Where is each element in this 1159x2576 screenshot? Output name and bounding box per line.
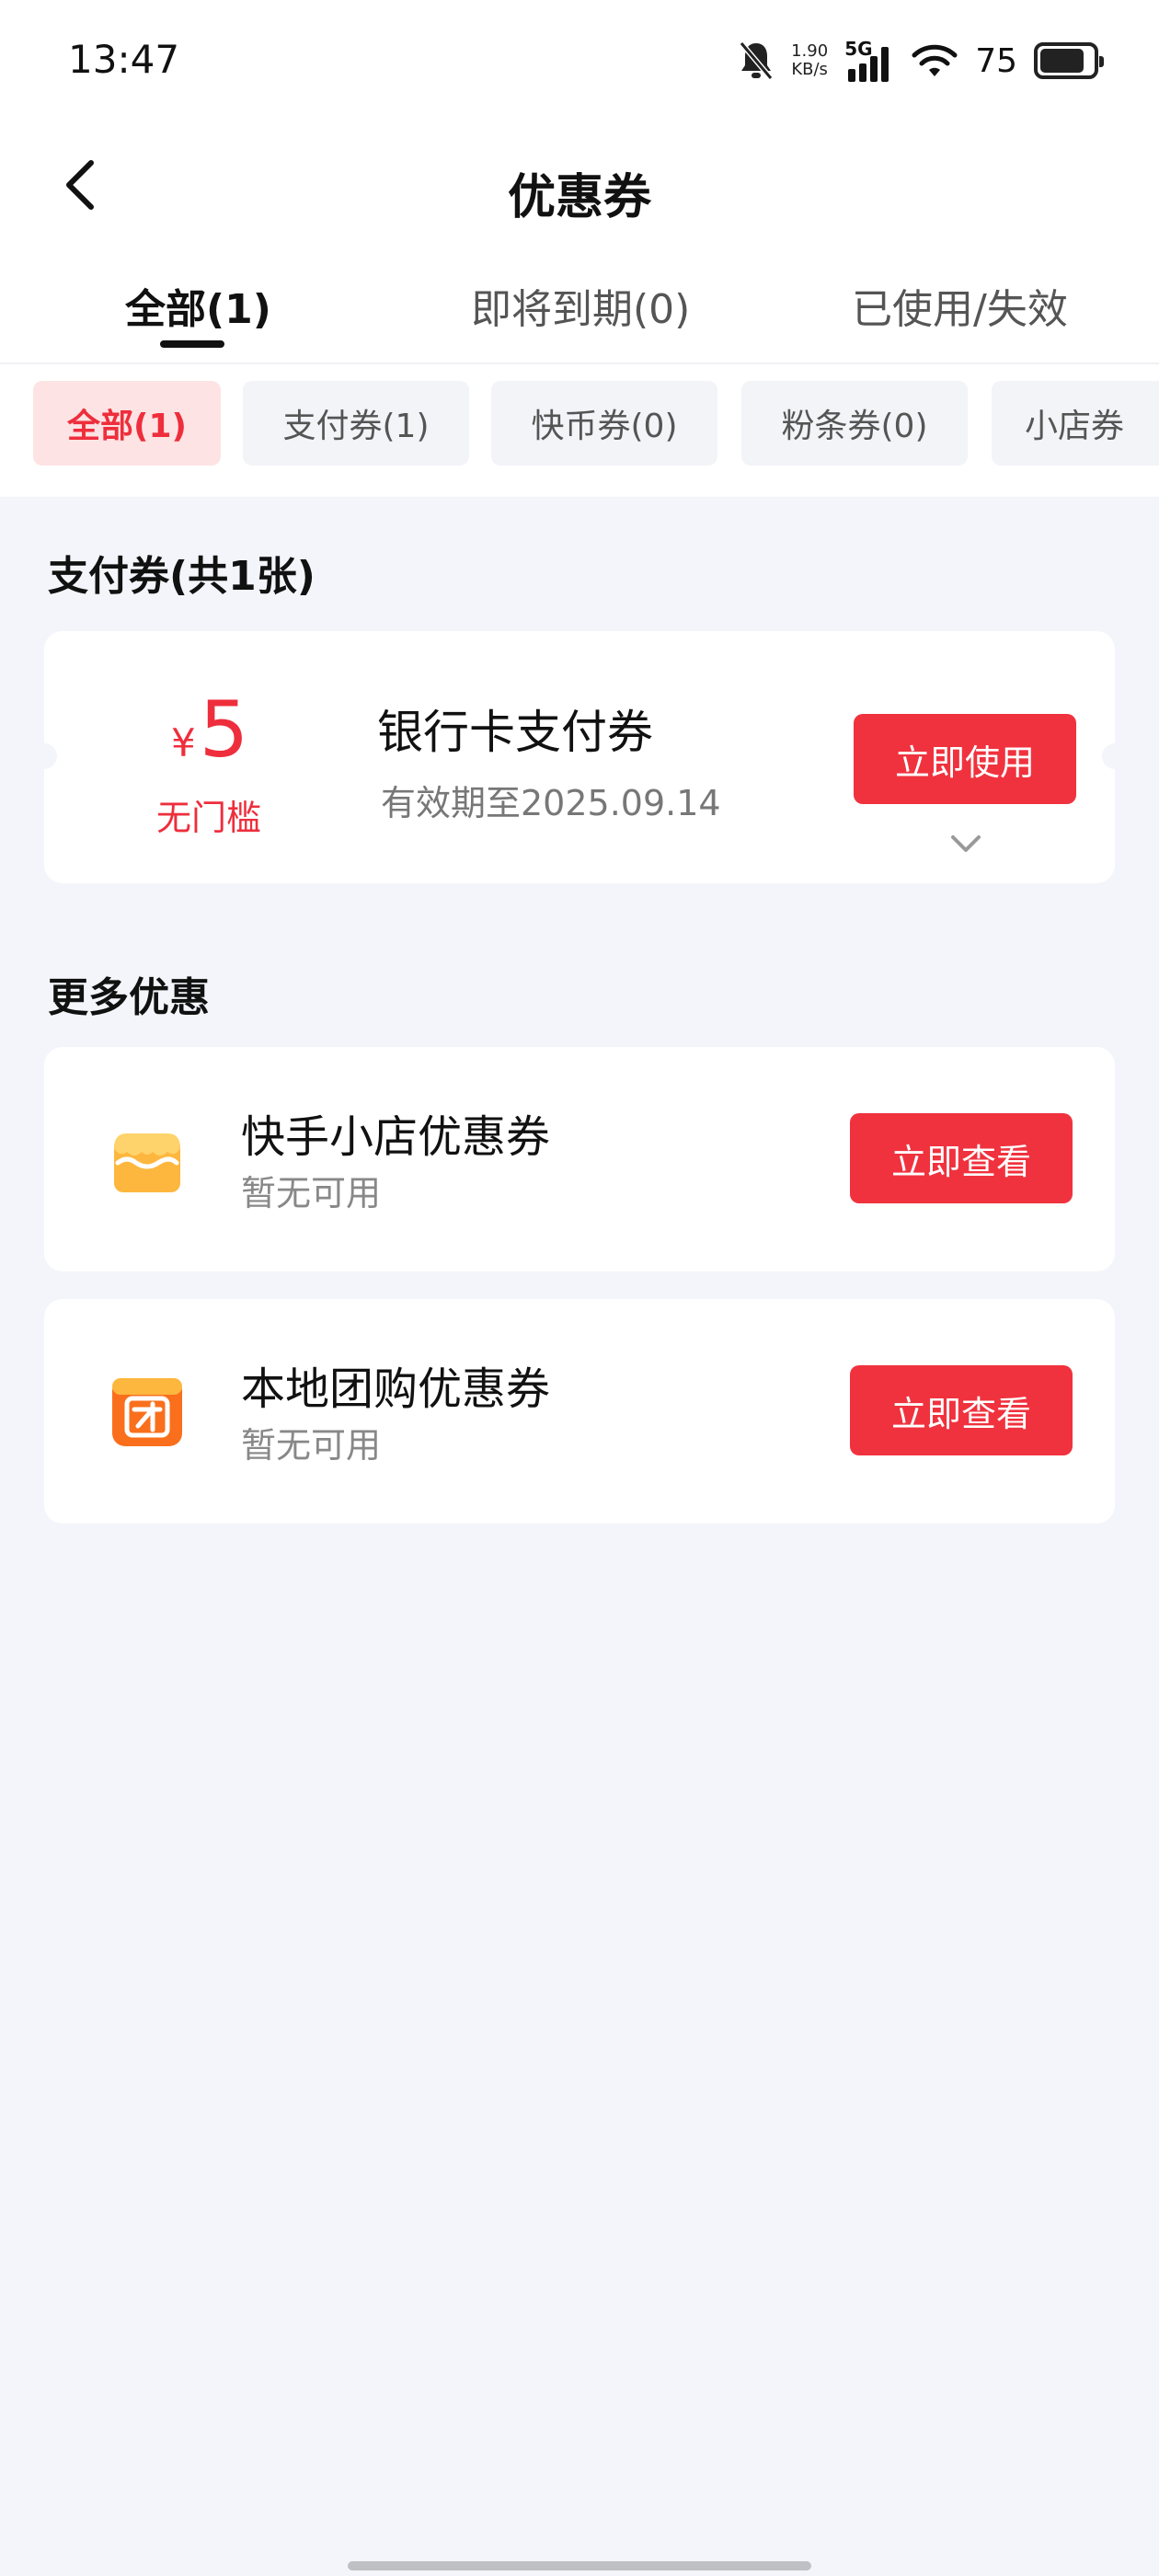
group-buy-coupon-status: 暂无可用 [241,1425,382,1466]
filter-chip-all[interactable]: 全部(1) [33,381,221,466]
tab-used-expired[interactable]: 已使用/失效 [852,276,1068,335]
filter-chip-fentiao[interactable]: 粉条券(0) [741,381,968,466]
header: 优惠券 [0,138,1159,239]
payment-section-title: 支付券(共1张) [48,553,316,600]
signal-icon: 5G [844,38,894,84]
group-buy-icon [109,1373,186,1450]
currency-symbol: ¥ [171,720,196,765]
coupon-price: ¥ 5 [171,684,248,775]
status-icons: 1.90 KB/s 5G 75 [738,33,1104,88]
coupon-name: 银行卡支付券 [377,706,653,759]
filter-chip-kuaibi[interactable]: 快币券(0) [491,381,717,466]
coupon-expiry: 有效期至2025.09.14 [381,783,721,823]
filter-chip-shop[interactable]: 小店券 [992,381,1159,466]
battery-percent: 75 [975,41,1017,80]
net-speed-unit: KB/s [791,60,828,79]
chevron-down-icon[interactable] [946,830,986,857]
battery-icon [1034,42,1104,79]
shop-coupon-status: 暂无可用 [241,1173,382,1213]
net-speed-value: 1.90 [791,41,829,61]
status-time: 13:47 [68,37,180,82]
filter-chip-payment[interactable]: 支付券(1) [243,381,469,466]
main-tabs: 全部(1) 即将到期(0) 已使用/失效 [0,267,1159,359]
coupon-threshold: 无门槛 [156,798,262,838]
mute-bell-icon [738,40,775,82]
store-icon [109,1121,186,1198]
filter-chips: 全部(1) 支付券(1) 快币券(0) 粉条券(0) 小店券 [33,381,1159,466]
tab-expiring[interactable]: 即将到期(0) [471,276,690,335]
view-group-buy-coupon-button[interactable]: 立即查看 [850,1365,1073,1455]
coupon-amount: 5 [199,684,249,775]
view-shop-coupon-button[interactable]: 立即查看 [850,1113,1073,1203]
home-indicator[interactable] [348,2561,811,2570]
wifi-icon [911,41,958,80]
tab-all[interactable]: 全部(1) [125,276,271,335]
divider [0,362,1159,364]
use-now-button[interactable]: 立即使用 [854,714,1076,804]
coupon-notch-right [1102,743,1128,769]
page-title: 优惠券 [507,170,651,225]
status-bar: 13:47 1.90 KB/s 5G 75 [0,0,1159,129]
coupon-notch-left [31,743,57,769]
more-section-title: 更多优惠 [48,974,210,1021]
tab-underline [160,340,224,348]
shop-coupon-name: 快手小店优惠券 [241,1111,551,1163]
group-buy-coupon-name: 本地团购优惠券 [241,1363,551,1415]
net-speed: 1.90 KB/s [791,42,828,79]
